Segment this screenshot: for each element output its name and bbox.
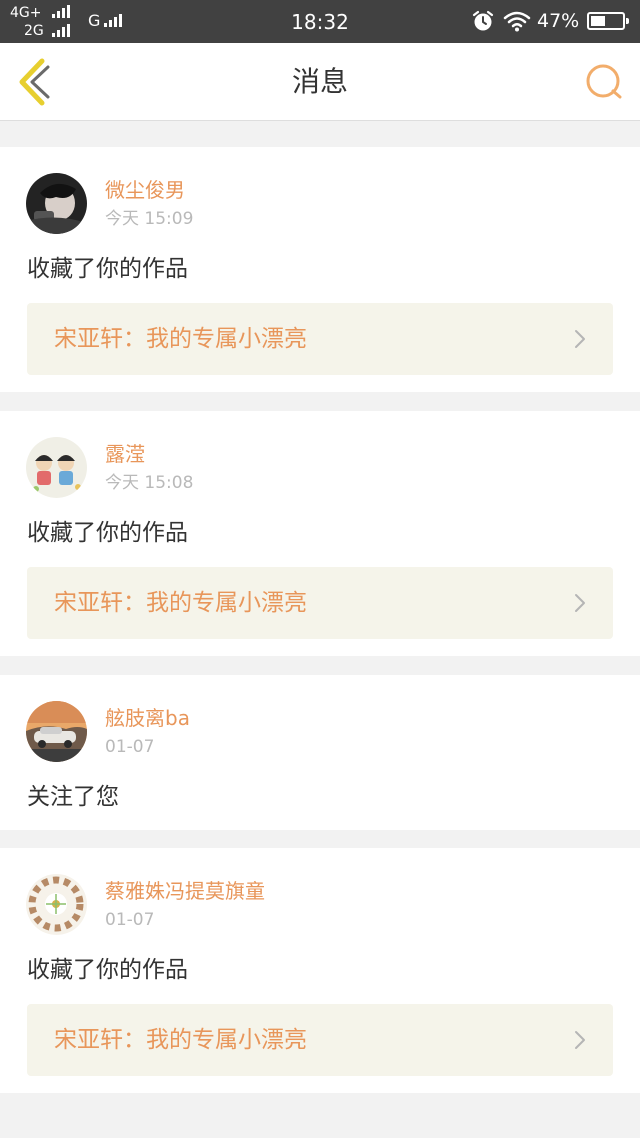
work-link[interactable]: 宋亚轩：我的专属小漂亮 [27,303,613,375]
username[interactable]: 蔡雅姝冯提莫旗童 [105,878,265,904]
timestamp: 01-07 [105,910,155,930]
status-bar: 4G+ 2G G 18:32 47% [0,0,640,43]
work-link[interactable]: 宋亚轩：我的专属小漂亮 [27,1004,613,1076]
avatar[interactable] [26,173,87,234]
timestamp: 今天 15:08 [105,473,194,493]
nav-bar: 消息 [0,43,640,121]
username[interactable]: 舷肢离ba [105,705,190,731]
message-card[interactable]: 微尘俊男 今天 15:09 收藏了你的作品 宋亚轩：我的专属小漂亮 [0,147,640,392]
battery-percent: 47% [537,10,580,32]
action-text: 收藏了你的作品 [27,520,188,546]
work-title: 宋亚轩：我的专属小漂亮 [54,1027,307,1053]
username[interactable]: 微尘俊男 [105,177,185,203]
message-card[interactable]: 蔡雅姝冯提莫旗童 01-07 收藏了你的作品 宋亚轩：我的专属小漂亮 [0,848,640,1093]
action-text: 收藏了你的作品 [27,256,188,282]
work-title: 宋亚轩：我的专属小漂亮 [54,326,307,352]
action-text: 关注了您 [27,784,119,810]
message-card[interactable]: 露滢 今天 15:08 收藏了你的作品 宋亚轩：我的专属小漂亮 [0,411,640,656]
username[interactable]: 露滢 [105,441,145,467]
battery-level [591,16,605,26]
action-text: 收藏了你的作品 [27,957,188,983]
chevron-right-icon [575,330,585,348]
page-title: 消息 [291,65,348,98]
chevron-right-icon [575,1031,585,1049]
avatar[interactable] [26,437,87,498]
wifi-icon [503,11,531,32]
avatar[interactable] [26,874,87,935]
work-link[interactable]: 宋亚轩：我的专属小漂亮 [27,567,613,639]
message-card[interactable]: 舷肢离ba 01-07 关注了您 [0,675,640,830]
timestamp: 今天 15:09 [105,209,194,229]
back-button[interactable] [10,55,56,109]
work-title: 宋亚轩：我的专属小漂亮 [54,590,307,616]
battery-icon [587,12,629,30]
alarm-icon [472,10,494,31]
timestamp: 01-07 [105,737,155,757]
search-icon[interactable] [580,59,628,107]
avatar[interactable] [26,701,87,762]
chevron-right-icon [575,594,585,612]
